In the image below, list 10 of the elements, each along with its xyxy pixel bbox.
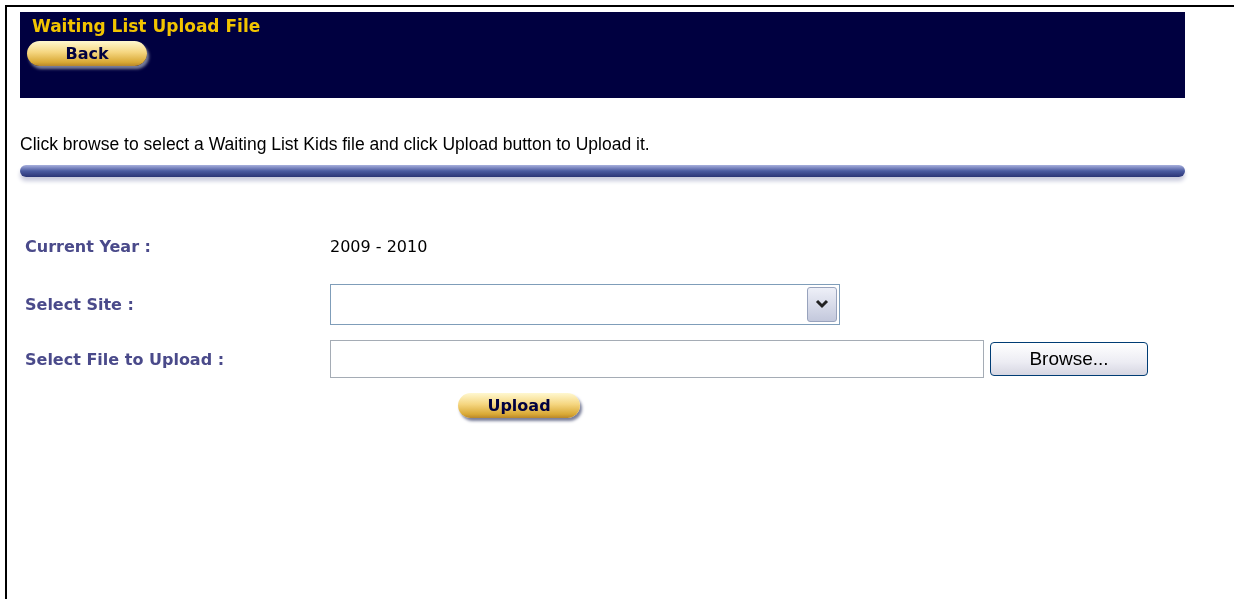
field-value: 2009 - 2010 (330, 236, 428, 256)
upload-button[interactable]: Upload (458, 393, 580, 418)
instruction-text: Click browse to select a Waiting List Kids file and click Upload button to Upload it. (20, 134, 650, 155)
page-title: Waiting List Upload File (32, 16, 261, 36)
field-label: Current Year : (25, 236, 151, 256)
field-label: Select File to Upload : (25, 349, 225, 369)
browse-button[interactable]: Browse... (990, 342, 1148, 376)
back-button[interactable]: Back (27, 41, 147, 66)
field-label: Select Site : (25, 294, 134, 314)
file-path-field[interactable] (330, 340, 984, 378)
